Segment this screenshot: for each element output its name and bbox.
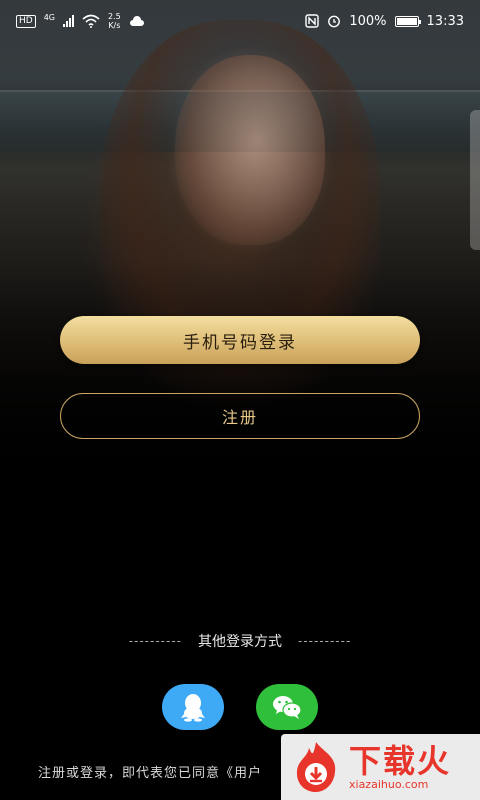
network-speed: 2.5 K/s (108, 12, 121, 30)
qq-login-button[interactable] (162, 684, 224, 730)
phone-login-button[interactable]: 手机号码登录 (60, 316, 420, 364)
photo-shade (0, 0, 480, 520)
battery-percent: 100% (349, 13, 387, 29)
battery-icon (394, 15, 421, 27)
watermark-text: 下载火 xiazaihuo.com (349, 743, 451, 791)
hd-badge: HD (16, 14, 36, 28)
watermark-title: 下载火 (349, 742, 452, 780)
flame-logo-icon (296, 742, 336, 792)
speed-unit: K/s (108, 21, 121, 30)
phone-login-label: 手机号码登录 (183, 332, 297, 353)
clock: 13:33 (426, 13, 464, 29)
other-login-divider: ---------- 其他登录方式 ---------- (0, 630, 480, 652)
watermark-site: xiazaihuo.com (349, 778, 429, 791)
speed-value: 2.5 (108, 12, 121, 21)
wifi-icon (82, 14, 100, 28)
cloud-icon (129, 16, 144, 26)
alarm-icon (328, 15, 341, 28)
edge-scroll-handle[interactable] (470, 110, 480, 250)
divider-left: ---------- (128, 634, 182, 648)
divider-right: ---------- (298, 634, 352, 648)
network-type: 4G (43, 12, 55, 22)
status-bar: HD 4G 2.5 K/s 100% 13:33 (0, 0, 480, 42)
status-right: 100% 13:33 (305, 14, 464, 29)
qq-icon (181, 694, 205, 722)
status-left: HD 4G 2.5 K/s (16, 12, 145, 30)
wechat-login-button[interactable] (256, 684, 318, 730)
wechat-icon (273, 696, 302, 719)
background-photo (0, 0, 480, 520)
watermark: 下载火 xiazaihuo.com (281, 734, 480, 800)
other-login-label: 其他登录方式 (198, 634, 282, 650)
register-label: 注册 (221, 408, 258, 427)
signal-icon (63, 15, 74, 27)
nfc-icon (305, 14, 320, 28)
register-button[interactable]: 注册 (60, 393, 420, 439)
agreement-text[interactable]: 注册或登录，即代表您已同意《用户 (38, 762, 262, 781)
